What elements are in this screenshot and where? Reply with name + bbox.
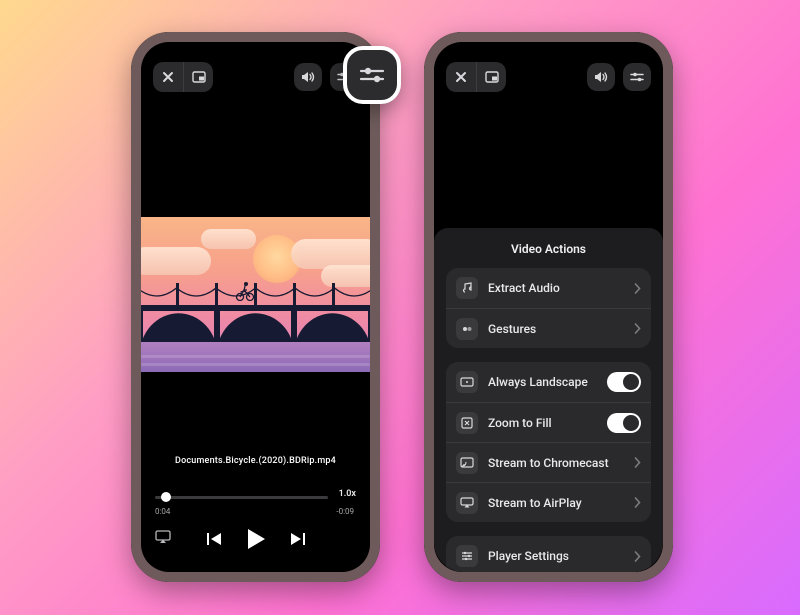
chevron-right-icon bbox=[634, 551, 641, 562]
video-filename: Documents.Bicycle.(2020).BDRip.mp4 bbox=[141, 456, 370, 466]
play-icon bbox=[245, 527, 267, 551]
zoom-fill-icon bbox=[461, 417, 473, 429]
row-stream-chromecast[interactable]: Stream to Chromecast bbox=[446, 442, 651, 482]
toggle-zoom-fill[interactable] bbox=[607, 413, 641, 433]
volume-icon bbox=[593, 70, 609, 84]
player-topbar bbox=[446, 62, 651, 92]
airplay-icon bbox=[460, 497, 474, 508]
music-note-icon bbox=[461, 282, 473, 294]
scrubber-thumb[interactable] bbox=[161, 492, 171, 502]
row-label: Stream to AirPlay bbox=[488, 496, 624, 510]
chevron-right-icon bbox=[634, 323, 641, 334]
speed-button[interactable]: 1.0x bbox=[339, 489, 356, 499]
phone-actions-menu: Video Actions Extract Audio Gestures bbox=[424, 32, 673, 582]
airplay-icon bbox=[155, 530, 171, 544]
volume-icon bbox=[300, 70, 316, 84]
row-player-settings[interactable]: Player Settings bbox=[446, 536, 651, 572]
play-button[interactable] bbox=[245, 527, 267, 551]
pip-button[interactable] bbox=[183, 62, 213, 92]
airplay-mini-button[interactable] bbox=[155, 530, 171, 544]
next-track-button[interactable] bbox=[289, 531, 307, 547]
chevron-right-icon bbox=[634, 497, 641, 508]
chevron-right-icon bbox=[634, 283, 641, 294]
volume-button[interactable] bbox=[587, 63, 615, 91]
player-topbar bbox=[153, 62, 358, 92]
panel-title: Video Actions bbox=[446, 242, 651, 256]
prev-track-button[interactable] bbox=[205, 531, 223, 547]
cyclist-icon bbox=[235, 279, 255, 305]
row-label: Extract Audio bbox=[488, 281, 624, 295]
row-label: Always Landscape bbox=[488, 375, 597, 389]
toggle-landscape[interactable] bbox=[607, 372, 641, 392]
close-button[interactable] bbox=[153, 62, 183, 92]
row-label: Gestures bbox=[488, 322, 624, 336]
row-extract-audio[interactable]: Extract Audio bbox=[446, 268, 651, 308]
phone-player: Documents.Bicycle.(2020).BDRip.mp4 1.0x … bbox=[131, 32, 380, 582]
row-label: Player Settings bbox=[488, 549, 624, 563]
volume-button[interactable] bbox=[294, 63, 322, 91]
chromecast-icon bbox=[460, 457, 474, 468]
settings-icon bbox=[461, 550, 473, 562]
actions-button[interactable] bbox=[623, 63, 651, 91]
time-remaining: -0:09 bbox=[336, 507, 354, 516]
actions-button-highlight bbox=[343, 46, 401, 104]
bridge-illustration bbox=[141, 305, 370, 311]
scrubber[interactable]: 1.0x bbox=[155, 491, 356, 503]
pip-icon bbox=[485, 71, 499, 83]
next-icon bbox=[289, 531, 307, 547]
prev-icon bbox=[205, 531, 223, 547]
sliders-icon bbox=[630, 70, 644, 84]
close-icon bbox=[162, 71, 174, 83]
pip-button[interactable] bbox=[476, 62, 506, 92]
row-stream-airplay[interactable]: Stream to AirPlay bbox=[446, 482, 651, 522]
row-label: Stream to Chromecast bbox=[488, 456, 624, 470]
video-actions-panel: Video Actions Extract Audio Gestures bbox=[434, 228, 663, 572]
sliders-icon bbox=[359, 63, 385, 87]
gesture-icon bbox=[461, 323, 473, 335]
video-frame bbox=[141, 217, 370, 372]
chevron-right-icon bbox=[634, 457, 641, 468]
pip-icon bbox=[192, 71, 206, 83]
row-always-landscape[interactable]: Always Landscape bbox=[446, 362, 651, 402]
close-icon bbox=[455, 71, 467, 83]
row-label: Zoom to Fill bbox=[488, 416, 597, 430]
time-elapsed: 0:04 bbox=[155, 507, 170, 516]
close-button[interactable] bbox=[446, 62, 476, 92]
landscape-icon bbox=[460, 377, 474, 387]
row-zoom-to-fill[interactable]: Zoom to Fill bbox=[446, 402, 651, 442]
row-gestures[interactable]: Gestures bbox=[446, 308, 651, 348]
